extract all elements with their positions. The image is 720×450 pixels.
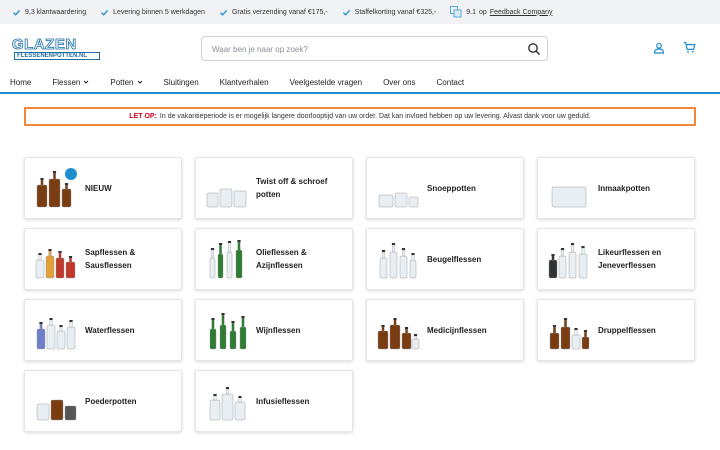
category-card[interactable]: Likeurflessen en Jeneverflessen: [537, 228, 695, 290]
check-icon: [101, 9, 109, 16]
logo-wordmark: GLAZEN: [12, 36, 77, 53]
rating-score: 9.1: [466, 8, 477, 16]
oil-bottles-icon: [209, 240, 243, 279]
preserving-jar-icon: [551, 186, 587, 208]
nav-item-klantverhalen[interactable]: Klantverhalen: [220, 78, 269, 87]
nav-item-sluitingen[interactable]: Sluitingen: [164, 78, 199, 87]
feedback-company-icon: [450, 6, 462, 18]
category-card[interactable]: Sapflessen & Sausflessen: [24, 228, 182, 290]
search-input[interactable]: [212, 42, 512, 56]
rating-prefix: op: [479, 8, 487, 16]
category-card[interactable]: Inmaakpotten: [537, 157, 695, 219]
powder-jars-icon: [36, 399, 77, 421]
category-label: Sapflessen & Sausflessen: [85, 248, 136, 270]
usp-text: Gratis verzending vanaf €175,-: [231, 8, 328, 16]
category-label: Infusieflessen: [256, 396, 310, 406]
category-label: Inmaakpotten: [598, 183, 651, 193]
category-card[interactable]: Druppelflessen: [537, 299, 695, 361]
site-logo[interactable]: GLAZEN FLESSENENPOTTEN.NL: [12, 36, 102, 60]
nav-item-flessen[interactable]: Flessen: [52, 78, 89, 87]
category-label: Druppelflessen: [598, 325, 656, 335]
twist-off-jars-icon: [206, 188, 247, 208]
juice-bottles-icon: [35, 249, 76, 279]
category-label: Waterflessen: [85, 325, 135, 335]
cart-icon[interactable]: [683, 41, 696, 54]
liqueur-bottles-icon: [548, 243, 588, 279]
header: GLAZEN FLESSENENPOTTEN.NL: [0, 24, 720, 72]
chevron-down-icon: [84, 80, 89, 84]
category-label: Likeurflessen en Jeneverflessen: [598, 248, 662, 270]
nav-label: Flessen: [52, 77, 81, 87]
nav-item-contact[interactable]: Contact: [437, 78, 465, 87]
category-card[interactable]: Medicijnflessen: [366, 299, 524, 361]
nav-label: Contact: [436, 77, 465, 87]
check-icon: [342, 9, 350, 16]
nav-item-veelgestelde-vragen[interactable]: Veelgestelde vragen: [290, 78, 363, 87]
nav-label: Klantverhalen: [219, 77, 269, 87]
medicine-bottles-icon: [377, 318, 420, 350]
nav-item-potten[interactable]: Potten: [110, 78, 142, 87]
nav-label: Home: [10, 77, 32, 87]
category-label: Wijnflessen: [256, 325, 301, 335]
category-card[interactable]: Wijnflessen: [195, 299, 353, 361]
nav-label: Over ons: [383, 77, 416, 87]
usp-text: Levering binnen 5 werkdagen: [113, 8, 205, 16]
category-label: Snoeppotten: [427, 183, 476, 193]
nav-item-home[interactable]: Home: [10, 78, 31, 87]
nav-label: Veelgestelde vragen: [289, 77, 363, 87]
nav-item-over-ons[interactable]: Over ons: [383, 78, 415, 87]
usp-item: Gratis verzending vanaf €175,-: [219, 8, 328, 17]
category-label: NIEUW: [85, 183, 112, 193]
usp-bar: 9,3 klantwaardering Levering binnen 5 we…: [0, 0, 720, 24]
usp-item: Levering binnen 5 werkdagen: [100, 8, 205, 17]
main-nav: Home Flessen Potten Sluitingen Klantverhalen…: [0, 72, 720, 94]
category-card[interactable]: Waterflessen: [24, 299, 182, 361]
search-icon[interactable]: [527, 42, 541, 56]
feedback-rating: 9.1 op Feedback Company: [450, 6, 552, 18]
search-box: [201, 36, 548, 61]
usp-item: Staffelkorting vanaf €325,-: [342, 8, 437, 17]
category-label: Medicijnflessen: [427, 325, 487, 335]
feedback-company-link[interactable]: Feedback Company: [490, 9, 553, 16]
notice-text: In de vakantieperiode is er mogelijk lan…: [159, 113, 591, 120]
category-label: Poederpotten: [85, 396, 137, 406]
swing-top-bottles-icon: [379, 243, 417, 279]
category-label: Beugelflessen: [427, 254, 482, 264]
notice-label: LET OP:: [129, 113, 157, 120]
chevron-down-icon: [137, 80, 142, 84]
category-label: Olieflessen & Azijnflessen: [256, 248, 307, 270]
infusion-bottles-icon: [209, 387, 246, 421]
category-card[interactable]: NIEUW: [24, 157, 182, 219]
wine-bottles-icon: [209, 313, 247, 350]
category-card[interactable]: Snoeppotten: [366, 157, 524, 219]
usp-text: Staffelkorting vanaf €325,-: [354, 8, 437, 16]
nav-label: Potten: [110, 77, 134, 87]
category-card[interactable]: Olieflessen & Azijnflessen: [195, 228, 353, 290]
nav-label: Sluitingen: [163, 77, 199, 87]
usp-item: 9,3 klantwaardering: [12, 8, 86, 17]
holiday-notice: LET OP: In de vakantieperiode is er moge…: [24, 107, 696, 126]
check-icon: [12, 9, 21, 16]
check-icon: [219, 9, 228, 16]
candy-jars-icon: [378, 192, 419, 208]
usp-text: 9,3 klantwaardering: [25, 8, 87, 16]
category-card[interactable]: Infusieflessen: [195, 370, 353, 432]
water-bottles-icon: [36, 318, 76, 350]
category-card[interactable]: Poederpotten: [24, 370, 182, 432]
account-icon[interactable]: [653, 42, 665, 54]
logo-subline: FLESSENENPOTTEN.NL: [14, 52, 100, 60]
dropper-bottles-icon: [549, 318, 590, 350]
new-bottles-icon: [36, 168, 77, 208]
category-card[interactable]: Beugelflessen: [366, 228, 524, 290]
category-card[interactable]: Twist off & schroef potten: [195, 157, 353, 219]
category-label: Twist off & schroef potten: [256, 177, 328, 199]
